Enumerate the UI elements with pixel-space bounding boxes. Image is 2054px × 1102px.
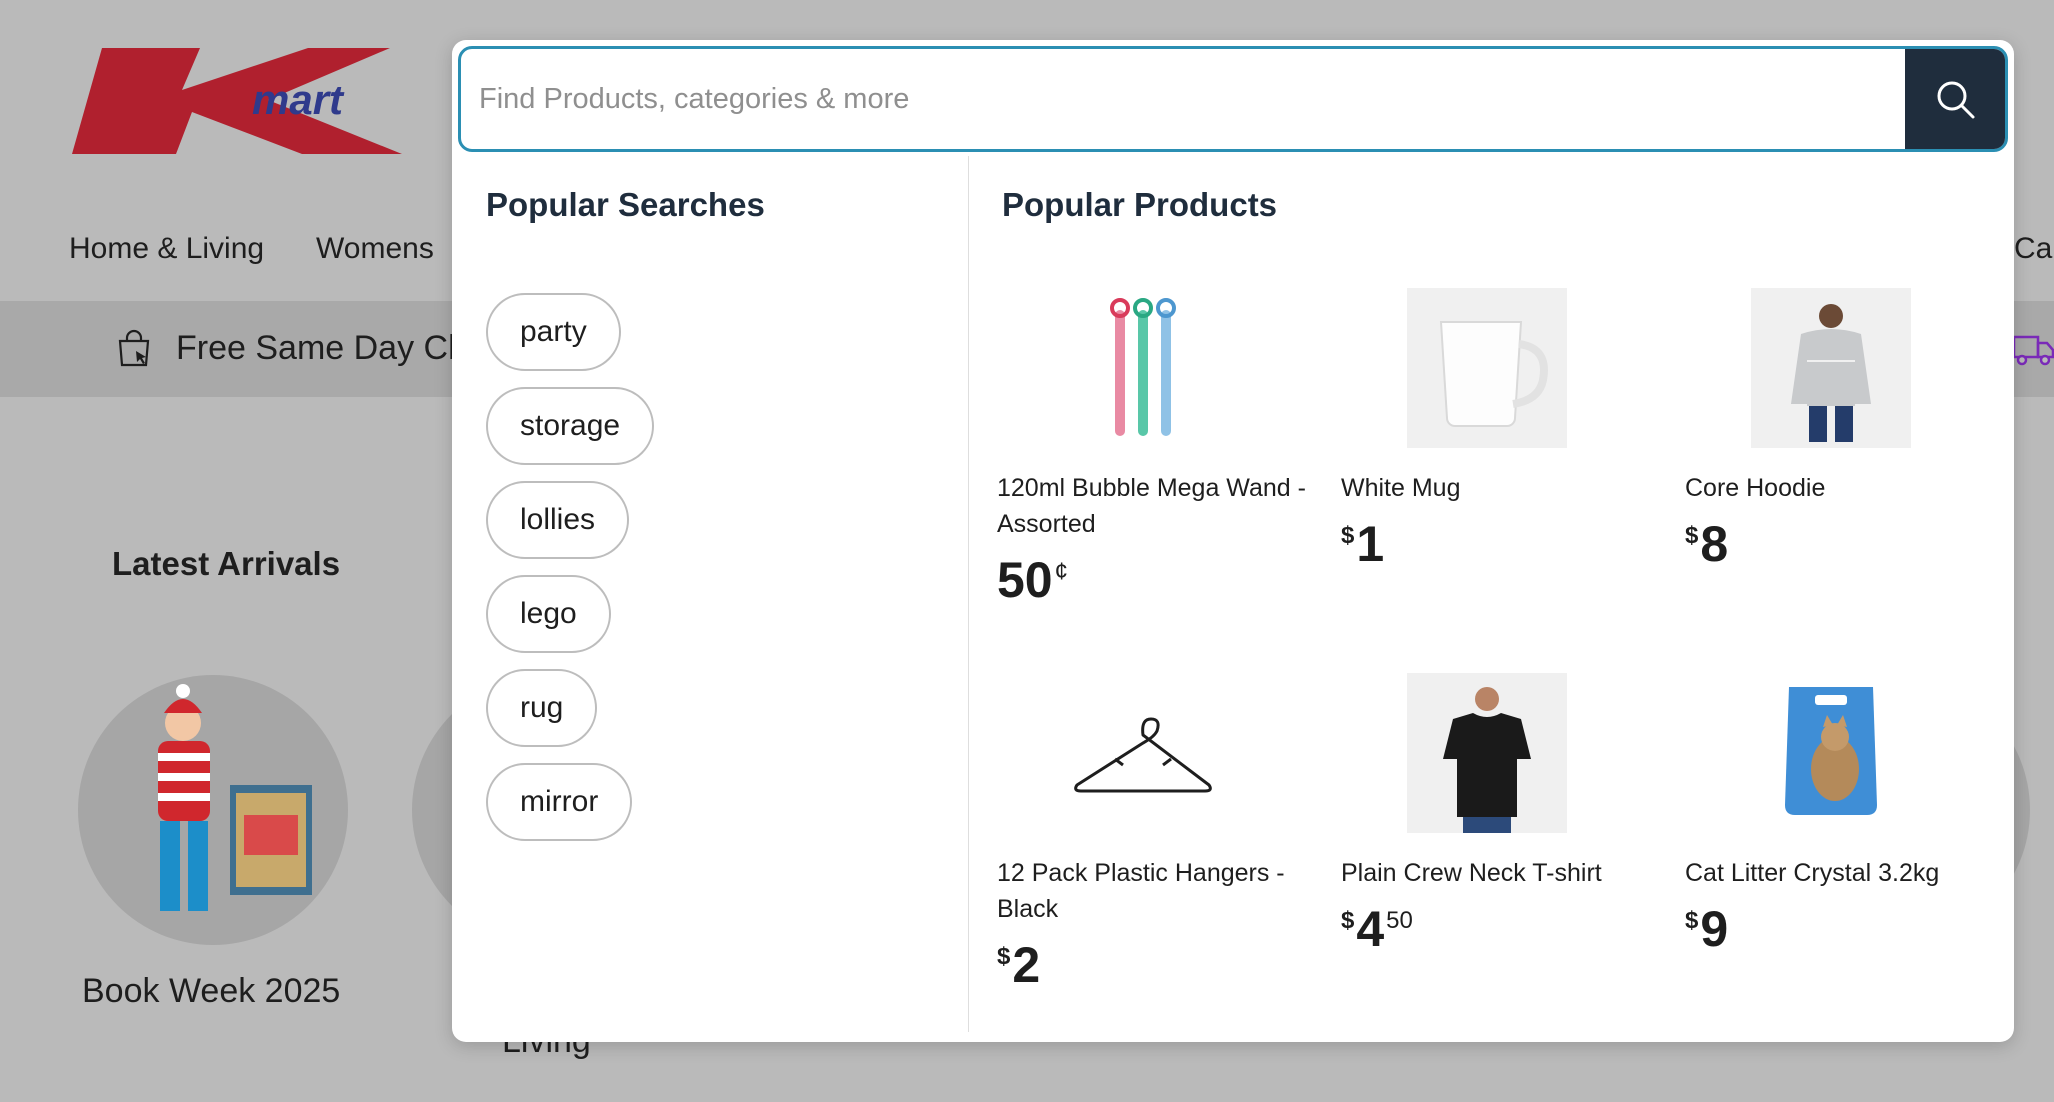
search-dropdown: Popular Searches party storage lollies l… (452, 40, 2014, 1042)
popular-searches-list: party storage lollies lego rug mirror (486, 293, 946, 857)
price-currency: $ (1685, 522, 1699, 549)
product-price: $ 8 (1685, 516, 2005, 572)
hoodie-icon (1791, 304, 1871, 442)
nav-item-partial[interactable]: Ca (2014, 232, 2052, 266)
product-image[interactable] (1063, 288, 1223, 448)
product-name[interactable]: Core Hoodie (1685, 470, 2005, 506)
product-card[interactable]: Core Hoodie $ 8 (1685, 288, 2005, 572)
search-chip-mirror[interactable]: mirror (486, 763, 633, 841)
price-amount: 2 (1012, 937, 1041, 993)
product-image[interactable] (1407, 673, 1567, 833)
price-amount: 50 (997, 552, 1053, 608)
product-name[interactable]: 12 Pack Plastic Hangers - Black (997, 855, 1317, 927)
product-image[interactable] (1751, 288, 1911, 448)
price-cents: 50 (1386, 907, 1413, 934)
bubble-wand-icon (1110, 298, 1176, 436)
cat-litter-icon (1785, 687, 1877, 815)
column-divider (968, 156, 969, 1032)
product-card[interactable]: Plain Crew Neck T-shirt $ 4 50 (1341, 673, 1661, 957)
latest-arrivals-title: Latest Arrivals (112, 545, 341, 582)
search-icon (1937, 81, 1975, 119)
nav-item-home-living[interactable]: Home & Living (69, 232, 264, 266)
product-image[interactable] (1063, 673, 1223, 833)
price-currency: $ (1341, 907, 1355, 934)
price-currency: $ (997, 943, 1011, 970)
kmart-logo[interactable]: mart (72, 46, 422, 156)
price-currency: $ (1685, 907, 1699, 934)
search-chip-party[interactable]: party (486, 293, 621, 371)
nav-item-womens[interactable]: Womens (316, 232, 434, 266)
price-amount: 1 (1356, 516, 1385, 572)
product-price: 50 ¢ (997, 552, 1317, 608)
product-name[interactable]: White Mug (1341, 470, 1661, 506)
product-card[interactable]: 12 Pack Plastic Hangers - Black $ 2 (997, 673, 1317, 993)
costume-kid-icon (158, 684, 312, 911)
product-image[interactable] (1751, 673, 1911, 833)
tshirt-icon (1443, 687, 1531, 833)
search-chip-lego[interactable]: lego (486, 575, 611, 653)
product-name[interactable]: Cat Litter Crystal 3.2kg (1685, 855, 2005, 891)
product-name[interactable]: Plain Crew Neck T-shirt (1341, 855, 1661, 891)
price-cents: ¢ (1054, 558, 1068, 585)
arrival-label-book-week[interactable]: Book Week 2025 (82, 972, 340, 1011)
product-card[interactable]: White Mug $ 1 (1341, 288, 1661, 572)
search-bar (458, 46, 2008, 152)
product-card[interactable]: 120ml Bubble Mega Wand - Assorted 50 ¢ (997, 288, 1317, 608)
delivery-truck-icon (2012, 335, 2054, 366)
search-chip-rug[interactable]: rug (486, 669, 598, 747)
product-name[interactable]: 120ml Bubble Mega Wand - Assorted (997, 470, 1317, 542)
product-price: $ 2 (997, 937, 1317, 993)
arrival-image-book-week[interactable] (78, 675, 348, 945)
product-price: $ 4 50 (1341, 901, 1661, 957)
search-button[interactable] (1905, 49, 2005, 149)
promo-text[interactable]: Free Same Day Cl (176, 329, 456, 368)
mug-icon (1439, 321, 1548, 427)
popular-products-title: Popular Products (1002, 186, 1278, 223)
hanger-icon (1074, 717, 1212, 793)
popular-searches-title: Popular Searches (486, 186, 765, 223)
price-amount: 8 (1700, 516, 1729, 572)
search-chip-lollies[interactable]: lollies (486, 481, 630, 559)
search-chip-storage[interactable]: storage (486, 387, 655, 465)
product-price: $ 9 (1685, 901, 2005, 957)
price-amount: 9 (1700, 901, 1729, 957)
price-currency: $ (1341, 522, 1355, 549)
svg-text:mart: mart (252, 76, 345, 123)
search-input[interactable] (479, 49, 1879, 149)
product-price: $ 1 (1341, 516, 1661, 572)
price-amount: 4 (1356, 901, 1385, 957)
product-image[interactable] (1407, 288, 1567, 448)
product-card[interactable]: Cat Litter Crystal 3.2kg $ 9 (1685, 673, 2005, 957)
shopping-bag-icon (118, 329, 150, 367)
